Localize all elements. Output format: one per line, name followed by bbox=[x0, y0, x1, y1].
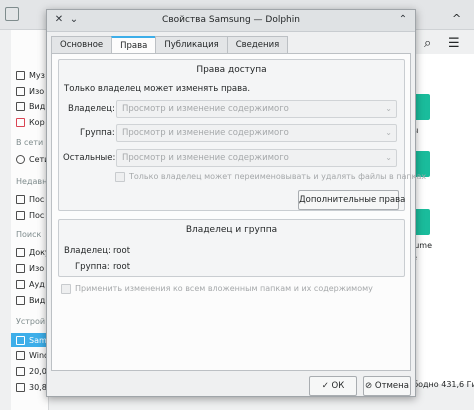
cancel-button[interactable]: ⊘ Отмена bbox=[363, 376, 411, 396]
sidebar-item-search-images[interactable]: Изо bbox=[16, 261, 44, 275]
owner-only-text: Только владелец может изменять права. bbox=[64, 84, 251, 94]
drive-icon bbox=[16, 366, 25, 376]
advanced-permissions-button[interactable]: Дополнительные права bbox=[298, 190, 405, 210]
sidebar-item-documents[interactable]: Доку bbox=[16, 245, 48, 259]
chevron-down-icon: ⌄ bbox=[385, 104, 392, 113]
sidebar-heading-network: В сети bbox=[16, 138, 44, 147]
dialog-titlebar: ✕ ⌄ Свойства Samsung — Dolphin ⌃ bbox=[47, 10, 415, 32]
recent-files-icon bbox=[16, 194, 25, 204]
access-rights-title: Права доступа bbox=[196, 65, 267, 75]
menu-icon[interactable]: ☰ bbox=[448, 36, 460, 51]
tab-bar: Основное Права Публикация Сведения bbox=[51, 36, 289, 54]
others-label: Остальные: bbox=[63, 153, 116, 163]
back-icon[interactable] bbox=[5, 7, 19, 21]
sidebar-item-network[interactable]: Сети bbox=[16, 152, 48, 166]
tab-permissions[interactable]: Права bbox=[111, 36, 157, 54]
ownership-group-value: root bbox=[113, 262, 131, 272]
image-icon bbox=[16, 86, 25, 96]
cancel-icon: ⊘ bbox=[365, 381, 375, 391]
video-icon bbox=[16, 295, 25, 305]
recent-locations-icon bbox=[16, 210, 25, 220]
search-icon[interactable]: ⌕ bbox=[424, 36, 431, 51]
rename-only-owner-label: Только владелец может переименовывать и … bbox=[129, 172, 427, 181]
drive-icon bbox=[16, 382, 25, 392]
access-rights-group: Права доступа Только владелец может изме… bbox=[58, 59, 426, 211]
music-icon bbox=[16, 70, 25, 80]
video-icon bbox=[16, 101, 25, 111]
trash-icon bbox=[16, 117, 25, 127]
apply-recursive-label: Применить изменения ко всем вложенным па… bbox=[75, 284, 373, 293]
owner-label: Владелец: bbox=[68, 104, 115, 114]
sidebar-item-recent-files[interactable]: Пос bbox=[16, 192, 44, 206]
group-permissions-select[interactable]: Просмотр и изменение содержимого ⌄ bbox=[116, 124, 397, 142]
ownership-group-label: Группа: bbox=[75, 262, 110, 272]
ownership-title: Владелец и группа bbox=[185, 225, 278, 235]
sidebar-heading-search: Поиск bbox=[16, 230, 42, 239]
sidebar-item-audio[interactable]: Ауд bbox=[16, 277, 45, 291]
ownership-group: Владелец и группа Владелец: root Группа:… bbox=[58, 219, 405, 277]
drive-icon bbox=[16, 335, 25, 345]
chevron-down-icon: ⌄ bbox=[385, 153, 392, 162]
rename-only-owner-checkbox[interactable] bbox=[115, 172, 125, 182]
sidebar-item-pictures[interactable]: Изо bbox=[16, 84, 44, 98]
file-view: ы lume e bbox=[406, 54, 474, 384]
maximize-icon[interactable]: ⌃ bbox=[396, 13, 410, 27]
maximize-icon[interactable]: ^ bbox=[452, 12, 461, 25]
document-icon bbox=[16, 247, 25, 257]
audio-icon bbox=[16, 279, 25, 289]
chevron-down-icon: ⌄ bbox=[385, 128, 392, 137]
apply-recursive-checkbox[interactable] bbox=[61, 284, 71, 294]
ok-button[interactable]: ✓ ОК bbox=[309, 376, 357, 396]
sidebar-item-drive-20[interactable]: 20,0 bbox=[16, 364, 47, 378]
tab-sharing[interactable]: Публикация bbox=[155, 36, 228, 53]
ownership-owner-label: Владелец: bbox=[64, 246, 111, 256]
sidebar-item-videos[interactable]: Вид bbox=[16, 99, 45, 113]
tab-details[interactable]: Сведения bbox=[226, 36, 289, 53]
image-icon bbox=[16, 263, 25, 273]
sidebar-item-drive-30[interactable]: 30,8 bbox=[16, 380, 47, 394]
sidebar-item-windows[interactable]: Wind bbox=[16, 348, 48, 362]
sidebar-heading-devices: Устрой bbox=[16, 317, 46, 326]
sidebar-item-recent-locations[interactable]: Пос bbox=[16, 208, 44, 222]
properties-dialog: ✕ ⌄ Свойства Samsung — Dolphin ⌃ Основно… bbox=[46, 9, 426, 397]
ownership-owner-value: root bbox=[113, 246, 131, 256]
sidebar-item-trash[interactable]: Кор bbox=[16, 115, 45, 129]
sidebar-heading-recent: Недавн bbox=[16, 177, 48, 186]
check-icon: ✓ bbox=[321, 381, 332, 391]
sidebar-item-samsung[interactable]: Sam bbox=[11, 333, 48, 347]
sidebar-item-search-videos[interactable]: Вид bbox=[16, 293, 45, 307]
group-label: Группа: bbox=[80, 128, 115, 138]
others-permissions-select[interactable]: Просмотр и изменение содержимого ⌄ bbox=[116, 149, 397, 167]
tab-general[interactable]: Основное bbox=[51, 36, 113, 53]
drive-icon bbox=[16, 350, 25, 360]
network-icon bbox=[16, 154, 25, 164]
places-sidebar: Муз Изо Вид Кор В сети Сети Недавн Пос П… bbox=[11, 30, 49, 410]
dialog-title: Свойства Samsung — Dolphin bbox=[162, 15, 300, 25]
sidebar-item-music[interactable]: Муз bbox=[16, 68, 45, 82]
owner-permissions-select[interactable]: Просмотр и изменение содержимого ⌄ bbox=[116, 100, 397, 118]
permissions-panel: Права доступа Только владелец может изме… bbox=[51, 53, 426, 371]
